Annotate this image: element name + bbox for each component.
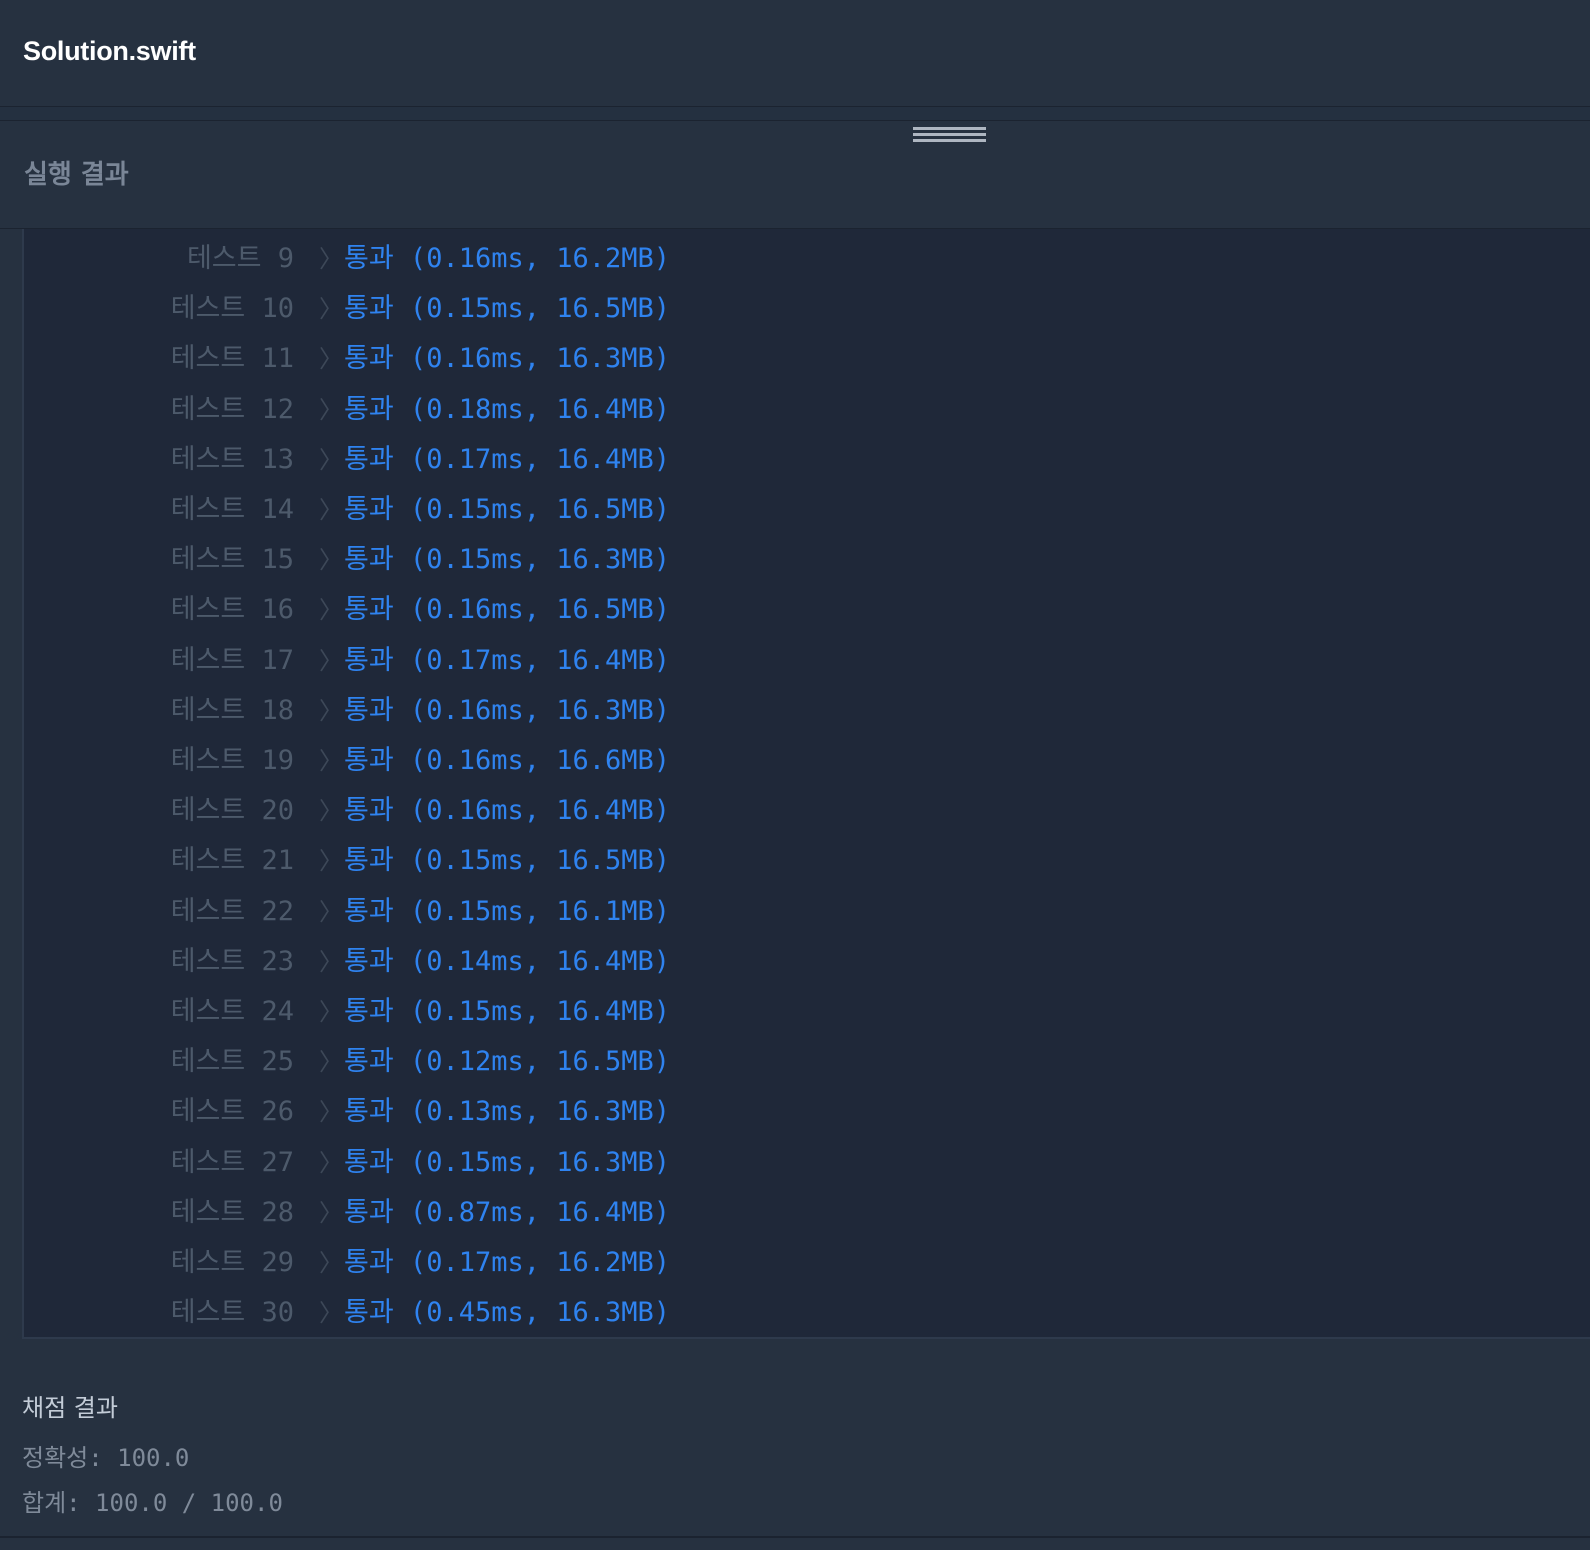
grading-total: 합계: 100.0 / 100.0: [22, 1489, 283, 1517]
test-pass-result: 통과 (0.16ms, 16.6MB): [344, 745, 671, 776]
chevron-right-icon: 〉: [319, 1198, 343, 1227]
test-result-row: 테스트 14 〉 통과 (0.15ms, 16.5MB): [24, 490, 1584, 530]
test-pass-result: 통과 (0.15ms, 16.5MB): [344, 293, 671, 325]
test-label: 테스트 28: [170, 1196, 294, 1228]
test-result-row: 테스트 17 〉 통과 (0.17ms, 16.4MB): [24, 641, 1584, 681]
resize-handle-icon[interactable]: [913, 127, 986, 147]
chevron-right-icon: 〉: [319, 395, 343, 424]
test-label: 테스트 21: [170, 845, 294, 877]
panel-divider: [0, 107, 1590, 121]
test-label: 테스트 12: [170, 393, 294, 425]
chevron-right-icon: 〉: [319, 696, 343, 725]
test-pass-result: 통과 (0.17ms, 16.2MB): [344, 1247, 671, 1278]
test-pass-result: 통과 (0.17ms, 16.4MB): [344, 443, 671, 475]
test-result-row: 테스트 24 〉 통과 (0.15ms, 16.4MB): [24, 992, 1584, 1032]
test-label: 테스트 22: [170, 895, 294, 927]
results-panel-title: 실행 결과: [24, 160, 129, 190]
test-result-row: 테스트 16 〉 통과 (0.16ms, 16.5MB): [24, 590, 1584, 630]
test-pass-result: 통과 (0.18ms, 16.4MB): [344, 393, 671, 425]
test-pass-result: 통과 (0.12ms, 16.5MB): [344, 1046, 671, 1078]
editor-tab-header: Solution.swift: [0, 0, 1590, 107]
test-pass-result: 통과 (0.15ms, 16.3MB): [344, 544, 671, 576]
test-pass-result: 통과 (0.87ms, 16.4MB): [344, 1196, 671, 1228]
test-result-row: 테스트 29 〉 통과 (0.17ms, 16.2MB): [24, 1243, 1584, 1283]
test-pass-result: 통과 (0.14ms, 16.4MB): [344, 945, 671, 977]
test-result-row: 테스트 26 〉 통과 (0.13ms, 16.3MB): [24, 1092, 1584, 1132]
test-label: 테스트 11: [170, 343, 294, 375]
test-label: 테스트 27: [170, 1146, 294, 1178]
test-label: 테스트 30: [170, 1297, 294, 1329]
chevron-right-icon: 〉: [319, 245, 343, 273]
chevron-right-icon: 〉: [319, 747, 343, 775]
test-result-row: 테스트 23 〉 통과 (0.14ms, 16.4MB): [24, 942, 1584, 982]
test-label: 테스트 24: [170, 996, 294, 1027]
test-result-row: 테스트 19 〉 통과 (0.16ms, 16.6MB): [24, 741, 1584, 781]
chevron-right-icon: 〉: [319, 646, 343, 675]
test-result-row: 테스트 25 〉 통과 (0.12ms, 16.5MB): [24, 1042, 1584, 1082]
test-result-row: 테스트 9 〉 통과 (0.16ms, 16.2MB): [24, 239, 1584, 279]
test-result-row: 테스트 10 〉 통과 (0.15ms, 16.5MB): [24, 289, 1584, 329]
grading-title: 채점 결과: [22, 1394, 118, 1422]
test-label: 테스트 9: [186, 243, 294, 274]
chevron-right-icon: 〉: [319, 897, 343, 926]
chevron-right-icon: 〉: [319, 496, 343, 524]
test-pass-result: 통과 (0.15ms, 16.5MB): [344, 845, 671, 877]
chevron-right-icon: 〉: [319, 1098, 343, 1127]
chevron-right-icon: 〉: [319, 1299, 343, 1328]
chevron-right-icon: 〉: [319, 1148, 343, 1177]
test-pass-result: 통과 (0.45ms, 16.3MB): [344, 1297, 671, 1329]
chevron-right-icon: 〉: [319, 998, 343, 1026]
chevron-right-icon: 〉: [319, 797, 343, 826]
test-label: 테스트 18: [170, 694, 294, 726]
test-result-row: 테스트 12 〉 통과 (0.18ms, 16.4MB): [24, 390, 1584, 430]
test-result-row: 테스트 28 〉 통과 (0.87ms, 16.4MB): [24, 1193, 1584, 1233]
chevron-right-icon: 〉: [319, 546, 343, 575]
test-result-row: 테스트 30 〉 통과 (0.45ms, 16.3MB): [24, 1293, 1584, 1333]
test-result-row: 테스트 20 〉 통과 (0.16ms, 16.4MB): [24, 791, 1584, 831]
test-result-row: 테스트 27 〉 통과 (0.15ms, 16.3MB): [24, 1143, 1584, 1183]
test-pass-result: 통과 (0.16ms, 16.4MB): [344, 795, 671, 827]
test-pass-result: 통과 (0.17ms, 16.4MB): [344, 644, 671, 676]
test-result-row: 테스트 11 〉 통과 (0.16ms, 16.3MB): [24, 339, 1584, 379]
chevron-right-icon: 〉: [319, 295, 343, 324]
chevron-right-icon: 〉: [319, 345, 343, 374]
test-pass-result: 통과 (0.15ms, 16.1MB): [344, 895, 671, 927]
test-pass-result: 통과 (0.16ms, 16.2MB): [344, 243, 671, 274]
test-label: 테스트 29: [170, 1247, 294, 1278]
test-label: 테스트 20: [170, 795, 294, 827]
test-pass-result: 통과 (0.16ms, 16.3MB): [344, 694, 671, 726]
test-label: 테스트 16: [170, 594, 294, 626]
test-pass-result: 통과 (0.15ms, 16.5MB): [344, 494, 671, 525]
chevron-right-icon: 〉: [319, 445, 343, 474]
test-result-row: 테스트 21 〉 통과 (0.15ms, 16.5MB): [24, 841, 1584, 881]
test-pass-result: 통과 (0.15ms, 16.4MB): [344, 996, 671, 1027]
test-label: 테스트 23: [170, 945, 294, 977]
test-result-row: 테스트 22 〉 통과 (0.15ms, 16.1MB): [24, 892, 1584, 932]
chevron-right-icon: 〉: [319, 596, 343, 625]
test-label: 테스트 17: [170, 644, 294, 676]
test-result-row: 테스트 13 〉 통과 (0.17ms, 16.4MB): [24, 440, 1584, 480]
grading-accuracy: 정확성: 100.0: [22, 1444, 190, 1472]
test-pass-result: 통과 (0.15ms, 16.3MB): [344, 1146, 671, 1178]
chevron-right-icon: 〉: [319, 847, 343, 876]
chevron-right-icon: 〉: [319, 1048, 343, 1077]
test-label: 테스트 14: [170, 494, 294, 525]
test-result-row: 테스트 15 〉 통과 (0.15ms, 16.3MB): [24, 540, 1584, 580]
test-label: 테스트 19: [170, 745, 294, 776]
test-result-row: 테스트 18 〉 통과 (0.16ms, 16.3MB): [24, 691, 1584, 731]
test-pass-result: 통과 (0.16ms, 16.5MB): [344, 594, 671, 626]
chevron-right-icon: 〉: [319, 947, 343, 976]
test-label: 테스트 10: [170, 293, 294, 325]
test-label: 테스트 15: [170, 544, 294, 576]
test-pass-result: 통과 (0.16ms, 16.3MB): [344, 343, 671, 375]
test-label: 테스트 13: [170, 443, 294, 475]
test-output-console[interactable]: 테스트 9 〉 통과 (0.16ms, 16.2MB) 테스트 10 〉 통과 (0.15…: [22, 229, 1590, 1339]
bottom-separator: [0, 1536, 1590, 1538]
file-name-tab[interactable]: Solution.swift: [23, 36, 196, 67]
test-label: 테스트 25: [170, 1046, 294, 1078]
chevron-right-icon: 〉: [319, 1249, 343, 1277]
test-pass-result: 통과 (0.13ms, 16.3MB): [344, 1096, 671, 1128]
test-label: 테스트 26: [170, 1096, 294, 1128]
